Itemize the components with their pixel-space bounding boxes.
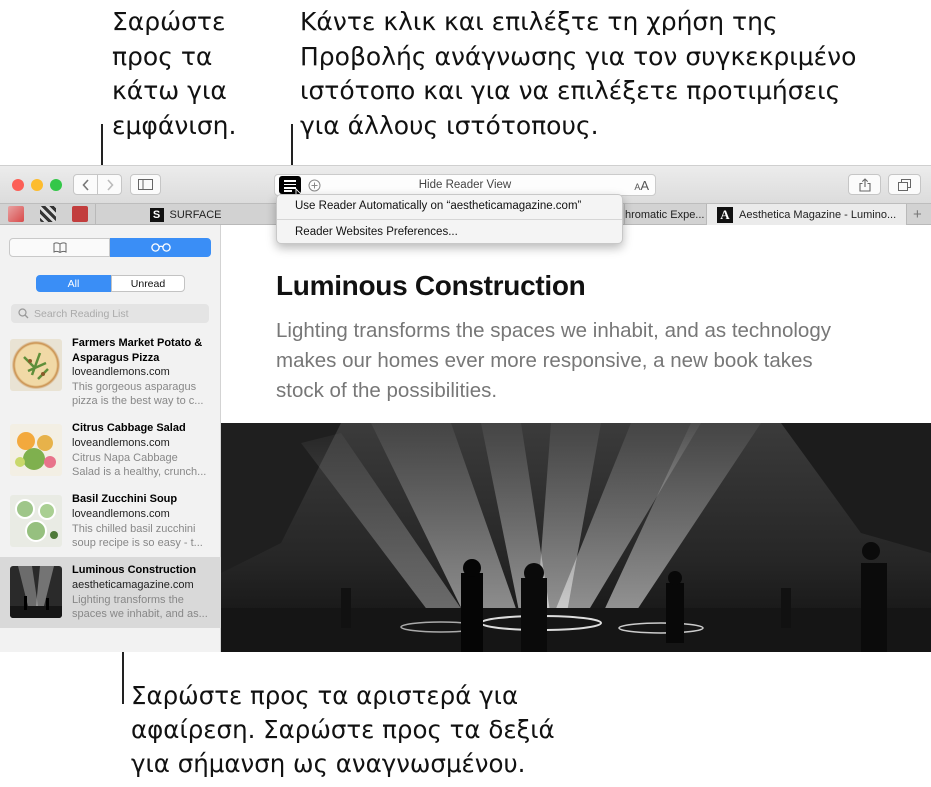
item-domain: loveandlemons.com	[72, 366, 170, 378]
aesthetica-logo-icon: A	[717, 206, 733, 223]
item-title: Basil Zucchini Soup	[72, 493, 178, 505]
share-icon	[858, 177, 871, 192]
soup-image	[15, 499, 58, 542]
forward-button[interactable]	[97, 174, 122, 195]
thumbnail-pizza	[10, 339, 62, 391]
item-description: spaces we inhabit, and as...	[72, 608, 208, 620]
search-placeholder: Search Reading List	[34, 307, 129, 320]
callout-reader-view: Κάντε κλικ και επιλέξτε τη χρήση της Προ…	[300, 7, 857, 140]
back-button[interactable]	[73, 174, 98, 195]
menu-item-reader-preferences[interactable]: Reader Websites Preferences...	[295, 226, 458, 238]
salad-image	[15, 432, 56, 470]
filter-all-button[interactable]: All	[36, 275, 111, 292]
pinned-tab[interactable]	[72, 206, 88, 222]
close-window-button[interactable]	[12, 179, 24, 191]
tab-label: hromatic Expe...	[625, 208, 705, 221]
tab-chromatic[interactable]: hromatic Expe...	[624, 204, 706, 225]
chevron-right-icon	[106, 178, 114, 191]
tabs-overview-icon	[898, 178, 911, 191]
item-description: This gorgeous asparagus	[72, 381, 197, 393]
article-hero-image	[221, 423, 931, 652]
glasses-icon	[150, 243, 171, 252]
pinned-tab[interactable]	[40, 206, 56, 222]
tab-surface[interactable]: S SURFACE	[95, 204, 275, 225]
url-text[interactable]: Hide Reader View	[275, 179, 655, 191]
item-domain: loveandlemons.com	[72, 437, 170, 449]
search-reading-list-field[interactable]: Search Reading List	[11, 304, 209, 323]
share-button[interactable]	[848, 174, 881, 195]
article-title: Luminous Construction	[276, 270, 586, 301]
item-description: Lighting transforms the	[72, 594, 184, 606]
tab-label: Aesthetica Magazine - Lumino...	[739, 208, 897, 221]
menu-item-use-reader-automatically[interactable]: Use Reader Automatically on “aestheticam…	[295, 200, 581, 212]
zoom-window-button[interactable]	[50, 179, 62, 191]
thumbnail-luminous	[10, 566, 62, 618]
reading-list-tab-button[interactable]	[110, 238, 211, 257]
text-size-button[interactable]: AA	[634, 178, 649, 193]
search-icon	[18, 308, 29, 319]
item-description: pizza is the best way to c...	[72, 395, 204, 407]
item-title: Luminous Construction	[72, 564, 197, 576]
reading-list-item[interactable]: Citrus Cabbage Salad loveandlemons.com C…	[0, 415, 221, 486]
tab-label: SURFACE	[169, 208, 222, 221]
tab-aesthetica[interactable]: A Aesthetica Magazine - Lumino...	[706, 204, 906, 225]
item-description: Salad is a healthy, crunch...	[72, 466, 207, 478]
callout-swipe-down: Σαρώστε προς τα κάτω για εμφάνιση.	[112, 7, 237, 140]
chevron-left-icon	[81, 178, 89, 191]
reading-list-item-selected[interactable]: Luminous Construction aestheticamagazine…	[0, 557, 221, 628]
filter-unread-button[interactable]: Unread	[111, 275, 185, 292]
reading-list-item[interactable]: Farmers Market Potato & Asparagus Pizza …	[0, 330, 221, 407]
item-title: Farmers Market Potato & Asparagus Pizza	[72, 337, 203, 364]
pizza-image	[23, 352, 49, 380]
new-tab-button[interactable]: +	[906, 204, 931, 225]
address-bar[interactable]: Hide Reader View AA	[274, 174, 656, 203]
thumbnail-soup	[10, 495, 62, 547]
pinned-tab[interactable]	[8, 206, 24, 222]
reader-content: Luminous Construction Lighting transform…	[221, 225, 931, 652]
bookmarks-tab-button[interactable]	[9, 238, 110, 257]
menu-separator	[277, 219, 622, 220]
sidebar-toggle-button[interactable]	[130, 174, 161, 195]
thumbnail-salad	[10, 424, 62, 476]
reader-options-menu: Use Reader Automatically on “aestheticam…	[276, 194, 623, 244]
tab-overview-button[interactable]	[888, 174, 921, 195]
callout-swipe-left-right: Σαρώστε προς τα αριστερά για αφαίρεση. Σ…	[131, 681, 555, 778]
item-description: Citrus Napa Cabbage	[72, 452, 178, 464]
article-lede: Lighting transforms the spaces we inhabi…	[276, 319, 831, 402]
reading-list-item[interactable]: Basil Zucchini Soup loveandlemons.com Th…	[0, 486, 221, 557]
item-domain: loveandlemons.com	[72, 508, 170, 520]
item-domain: aestheticamagazine.com	[72, 579, 194, 591]
item-description: soup recipe is so easy - t...	[72, 537, 203, 549]
sidebar-icon	[138, 179, 153, 190]
surface-logo-icon: S	[149, 207, 164, 222]
luminous-image	[10, 566, 62, 618]
minimize-window-button[interactable]	[31, 179, 43, 191]
item-title: Citrus Cabbage Salad	[72, 422, 186, 434]
book-icon	[53, 242, 66, 253]
item-description: This chilled basil zucchini	[72, 523, 196, 535]
reading-list-sidebar: All Unread Search Reading List Farmers M…	[0, 225, 221, 652]
